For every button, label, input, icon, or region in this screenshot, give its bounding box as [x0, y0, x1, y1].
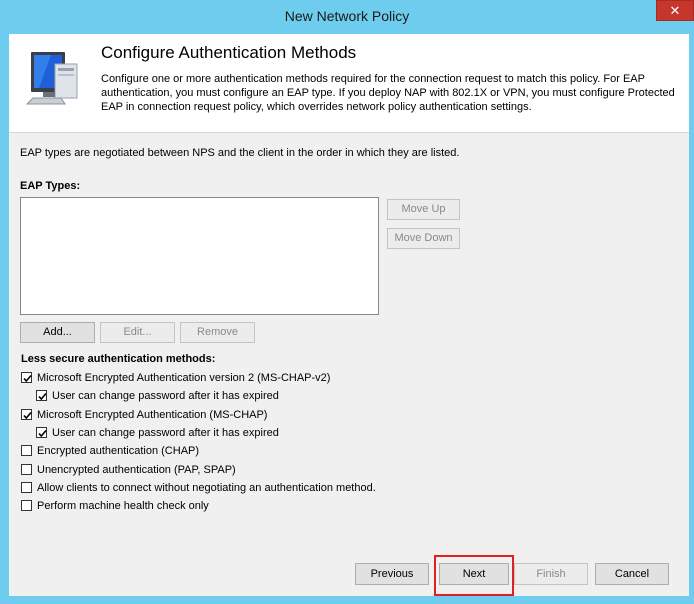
- page-title: Configure Authentication Methods: [101, 43, 357, 62]
- less-secure-label: Less secure authentication methods:: [21, 353, 216, 365]
- page-description: Configure one or more authentication met…: [101, 73, 675, 113]
- previous-button[interactable]: Previous: [355, 563, 429, 585]
- finish-button[interactable]: Finish: [514, 563, 588, 585]
- next-button-highlight: [434, 555, 514, 596]
- window-title: New Network Policy: [284, 8, 410, 24]
- header-divider: [9, 132, 689, 133]
- info-text: EAP types are negotiated between NPS and…: [20, 147, 460, 159]
- dialog-client-area: Configure Authentication Methods Configu…: [9, 34, 689, 596]
- add-button[interactable]: Add...: [20, 322, 95, 343]
- auth-option-label: Encrypted authentication (CHAP): [37, 445, 200, 457]
- checkbox-unchecked[interactable]: [21, 445, 32, 456]
- title-bar[interactable]: New Network Policy ✕: [0, 0, 694, 34]
- auth-option-label: User can change password after it has ex…: [52, 427, 279, 439]
- eap-types-list[interactable]: [20, 197, 379, 315]
- auth-option-label: Unencrypted authentication (PAP, SPAP): [37, 464, 236, 476]
- dialog-window: New Network Policy ✕ Configure Authentic…: [0, 0, 694, 604]
- check-icon: [38, 392, 47, 401]
- auth-option-label: User can change password after it has ex…: [52, 390, 279, 402]
- checkbox-checked[interactable]: [36, 390, 47, 401]
- move-down-button[interactable]: Move Down: [387, 228, 460, 249]
- auth-option-label: Microsoft Encrypted Authentication (MS-C…: [37, 409, 268, 421]
- checkbox-unchecked[interactable]: [21, 464, 32, 475]
- cancel-button[interactable]: Cancel: [595, 563, 669, 585]
- remove-button[interactable]: Remove: [180, 322, 255, 343]
- checkbox-unchecked[interactable]: [21, 500, 32, 511]
- edit-button[interactable]: Edit...: [100, 322, 175, 343]
- eap-types-label: EAP Types:: [20, 180, 81, 192]
- check-icon: [23, 411, 32, 420]
- move-up-button[interactable]: Move Up: [387, 199, 460, 220]
- auth-option-label: Perform machine health check only: [37, 500, 209, 512]
- monitor-icon: [25, 52, 78, 105]
- checkbox-checked[interactable]: [21, 409, 32, 420]
- check-icon: [38, 429, 47, 438]
- auth-option-label: Allow clients to connect without negotia…: [37, 482, 376, 494]
- close-button[interactable]: ✕: [656, 0, 694, 21]
- check-icon: [23, 374, 32, 383]
- wizard-header: Configure Authentication Methods Configu…: [9, 34, 689, 132]
- checkbox-checked[interactable]: [21, 372, 32, 383]
- checkbox-unchecked[interactable]: [21, 482, 32, 493]
- auth-option-label: Microsoft Encrypted Authentication versi…: [37, 372, 331, 384]
- checkbox-checked[interactable]: [36, 427, 47, 438]
